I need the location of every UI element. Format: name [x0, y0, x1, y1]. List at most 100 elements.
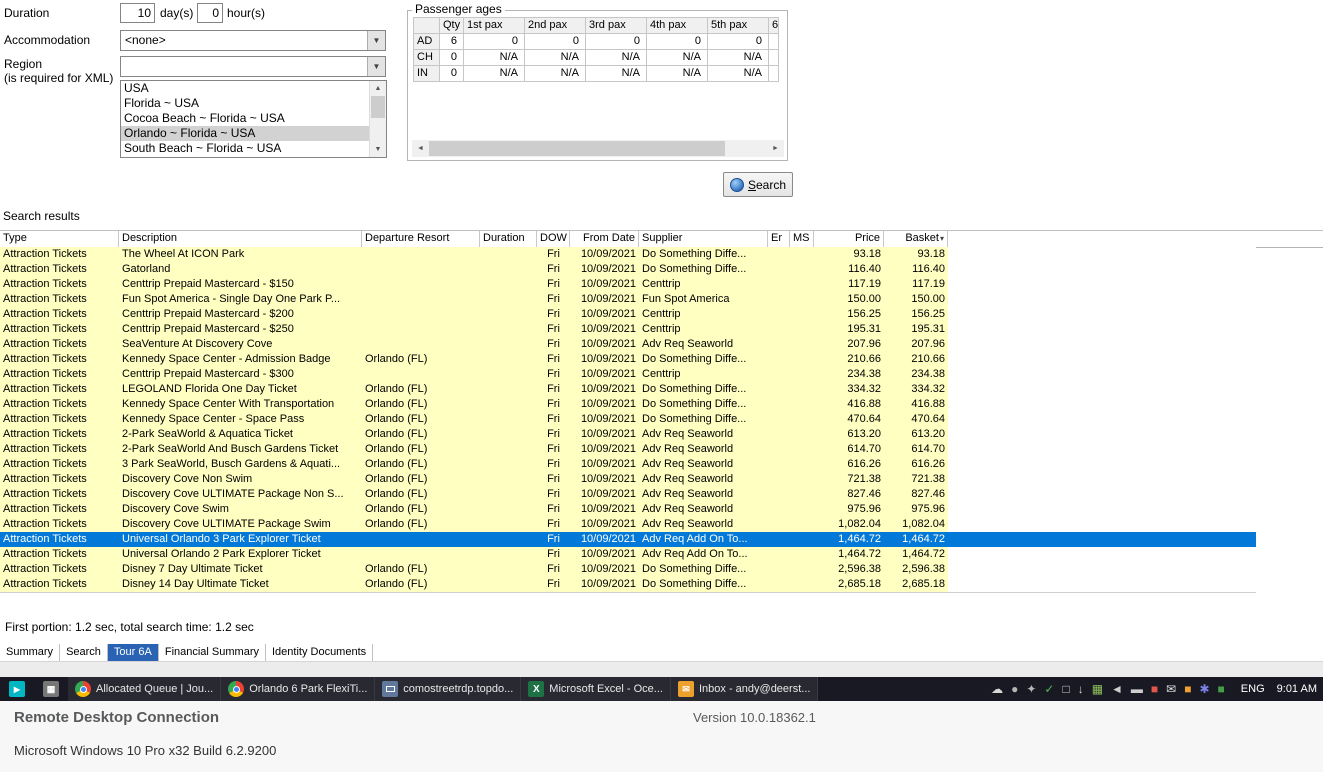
result-row[interactable]: Attraction Tickets 2-Park SeaWorld & Aqua…: [0, 427, 1256, 442]
passenger-age-cell[interactable]: 0: [647, 34, 708, 50]
result-row[interactable]: Attraction Tickets Centtrip Prepaid Maste…: [0, 307, 1256, 322]
passenger-age-cell[interactable]: N/A: [586, 66, 647, 82]
result-row[interactable]: Attraction Tickets Discovery Cove Swim Orl…: [0, 502, 1256, 517]
passenger-age-cell[interactable]: [769, 34, 779, 50]
results-col-duration[interactable]: Duration: [480, 231, 537, 247]
mail-tray-icon[interactable]: ✉: [1166, 683, 1176, 695]
result-row[interactable]: Attraction Tickets Kennedy Space Center -…: [0, 412, 1256, 427]
passenger-age-cell[interactable]: N/A: [525, 50, 586, 66]
result-row[interactable]: Attraction Tickets Discovery Cove Non Swi…: [0, 472, 1256, 487]
tab-financial-summary[interactable]: Financial Summary: [159, 644, 266, 661]
result-row[interactable]: Attraction Tickets The Wheel At ICON Park…: [0, 247, 1256, 262]
accommodation-combobox[interactable]: <none> ▼: [120, 30, 386, 51]
region-listbox[interactable]: USA Florida ~ USA Cocoa Beach ~ Florida ~ …: [120, 80, 387, 158]
passenger-hscroll-thumb[interactable]: [429, 141, 725, 156]
result-row[interactable]: Attraction Tickets Universal Orlando 3 Pa…: [0, 532, 1256, 547]
result-row[interactable]: Attraction Tickets Fun Spot America - Sin…: [0, 292, 1256, 307]
scroll-left-icon[interactable]: ◄: [412, 140, 429, 157]
results-col-departure-resort[interactable]: Departure Resort: [362, 231, 480, 247]
passenger-age-cell[interactable]: 0: [440, 66, 464, 82]
result-row[interactable]: Attraction Tickets Discovery Cove ULTIMAT…: [0, 487, 1256, 502]
taskbar-button[interactable]: Orlando 6 Park FlexiTi...: [221, 677, 376, 701]
result-row[interactable]: Attraction Tickets 3 Park SeaWorld, Busch…: [0, 457, 1256, 472]
region-option[interactable]: Florida ~ USA: [121, 96, 369, 111]
passenger-age-cell[interactable]: N/A: [464, 66, 525, 82]
passenger-age-cell[interactable]: N/A: [647, 50, 708, 66]
amber-icon[interactable]: ■: [1184, 683, 1191, 695]
taskbar-pinned-media-app-icon[interactable]: ▶: [0, 677, 34, 701]
language-indicator[interactable]: ENG: [1235, 683, 1271, 695]
taskbar-button[interactable]: comostreetrdp.topdo...: [375, 677, 522, 701]
display-icon[interactable]: □: [1062, 683, 1069, 695]
results-col-dow[interactable]: DOW: [537, 231, 570, 247]
results-col-from-date[interactable]: From Date: [570, 231, 639, 247]
results-col-description[interactable]: Description: [119, 231, 362, 247]
passenger-age-cell[interactable]: 0: [464, 34, 525, 50]
passenger-age-cell[interactable]: N/A: [525, 66, 586, 82]
results-col-ms[interactable]: MS: [790, 231, 814, 247]
tab-search[interactable]: Search: [60, 644, 108, 661]
results-col-price[interactable]: Price: [814, 231, 884, 247]
results-col-basket[interactable]: Basket▾: [884, 231, 948, 247]
scroll-up-icon[interactable]: ▲: [370, 81, 386, 96]
search-button[interactable]: Search: [723, 172, 793, 197]
passenger-age-cell[interactable]: N/A: [464, 50, 525, 66]
results-col-er[interactable]: Er: [768, 231, 790, 247]
result-row[interactable]: Attraction Tickets Gatorland Fri 10/09/2021…: [0, 262, 1256, 277]
passenger-age-cell[interactable]: 0: [525, 34, 586, 50]
scroll-down-icon[interactable]: ▼: [370, 142, 386, 157]
antivirus-icon[interactable]: ✓: [1044, 683, 1054, 695]
taskbar-button[interactable]: ✉ Inbox - andy@deerst...: [670, 677, 819, 701]
result-row[interactable]: Attraction Tickets SeaVenture At Discover…: [0, 337, 1256, 352]
region-option[interactable]: South Beach ~ Florida ~ USA: [121, 141, 369, 156]
result-row[interactable]: Attraction Tickets 2-Park SeaWorld And Bu…: [0, 442, 1256, 457]
duration-days-input[interactable]: [120, 3, 155, 23]
duration-hours-input[interactable]: [197, 3, 223, 23]
region-scrollbar[interactable]: ▲ ▼: [369, 81, 386, 157]
green-icon[interactable]: ■: [1218, 683, 1225, 695]
tab-tour-6a[interactable]: Tour 6A: [107, 644, 159, 661]
clock[interactable]: 9:01 AM: [1271, 683, 1323, 695]
result-row[interactable]: Attraction Tickets Centtrip Prepaid Maste…: [0, 322, 1256, 337]
teams-icon[interactable]: ✱: [1199, 683, 1209, 695]
region-option[interactable]: Cocoa Beach ~ Florida ~ USA: [121, 111, 369, 126]
volume-icon[interactable]: ◄: [1111, 683, 1123, 695]
taskbar-pinned-utility-app-icon[interactable]: ▦: [34, 677, 68, 701]
passenger-age-cell[interactable]: N/A: [708, 66, 769, 82]
accommodation-dropdown-icon[interactable]: ▼: [367, 31, 385, 50]
result-row[interactable]: Attraction Tickets Kennedy Space Center W…: [0, 397, 1256, 412]
passenger-hscrollbar[interactable]: ◄ ►: [412, 140, 784, 157]
region-option[interactable]: Orlando ~ Florida ~ USA: [121, 126, 369, 141]
photos-icon[interactable]: ▦: [1092, 683, 1103, 695]
passenger-age-cell[interactable]: 0: [440, 50, 464, 66]
scroll-right-icon[interactable]: ►: [767, 140, 784, 157]
passenger-age-cell[interactable]: N/A: [586, 50, 647, 66]
region-scroll-track[interactable]: [370, 118, 386, 142]
result-row[interactable]: Attraction Tickets Disney 14 Day Ultimate…: [0, 577, 1256, 592]
result-row[interactable]: Attraction Tickets LEGOLAND Florida One D…: [0, 382, 1256, 397]
cloud-icon[interactable]: ☁: [991, 683, 1003, 695]
bottom-scroll-strip[interactable]: [0, 661, 1323, 677]
download-icon[interactable]: ↓: [1078, 683, 1084, 695]
passenger-age-cell[interactable]: 6: [440, 34, 464, 50]
passenger-age-cell[interactable]: 0: [586, 34, 647, 50]
passenger-age-cell[interactable]: N/A: [647, 66, 708, 82]
passenger-age-cell[interactable]: [769, 50, 779, 66]
passenger-age-cell[interactable]: [769, 66, 779, 82]
taskbar-button[interactable]: Allocated Queue | Jou...: [68, 677, 222, 701]
result-row[interactable]: Attraction Tickets Universal Orlando 2 Pa…: [0, 547, 1256, 562]
passenger-age-cell[interactable]: N/A: [708, 50, 769, 66]
key-icon[interactable]: ✦: [1026, 683, 1036, 695]
result-row[interactable]: Attraction Tickets Discovery Cove ULTIMAT…: [0, 517, 1256, 532]
results-col-type[interactable]: Type: [0, 231, 119, 247]
lock-icon[interactable]: ●: [1011, 683, 1018, 695]
projector-icon[interactable]: ▬: [1131, 683, 1143, 695]
tab-identity-documents[interactable]: Identity Documents: [266, 644, 374, 661]
alert-icon[interactable]: ■: [1151, 683, 1158, 695]
taskbar-button[interactable]: X Microsoft Excel - Oce...: [521, 677, 671, 701]
result-row[interactable]: Attraction Tickets Centtrip Prepaid Maste…: [0, 367, 1256, 382]
region-combobox[interactable]: ▼: [120, 56, 386, 77]
passenger-hscroll-track[interactable]: [725, 140, 767, 157]
region-dropdown-icon[interactable]: ▼: [367, 57, 385, 76]
result-row[interactable]: Attraction Tickets Centtrip Prepaid Maste…: [0, 277, 1256, 292]
